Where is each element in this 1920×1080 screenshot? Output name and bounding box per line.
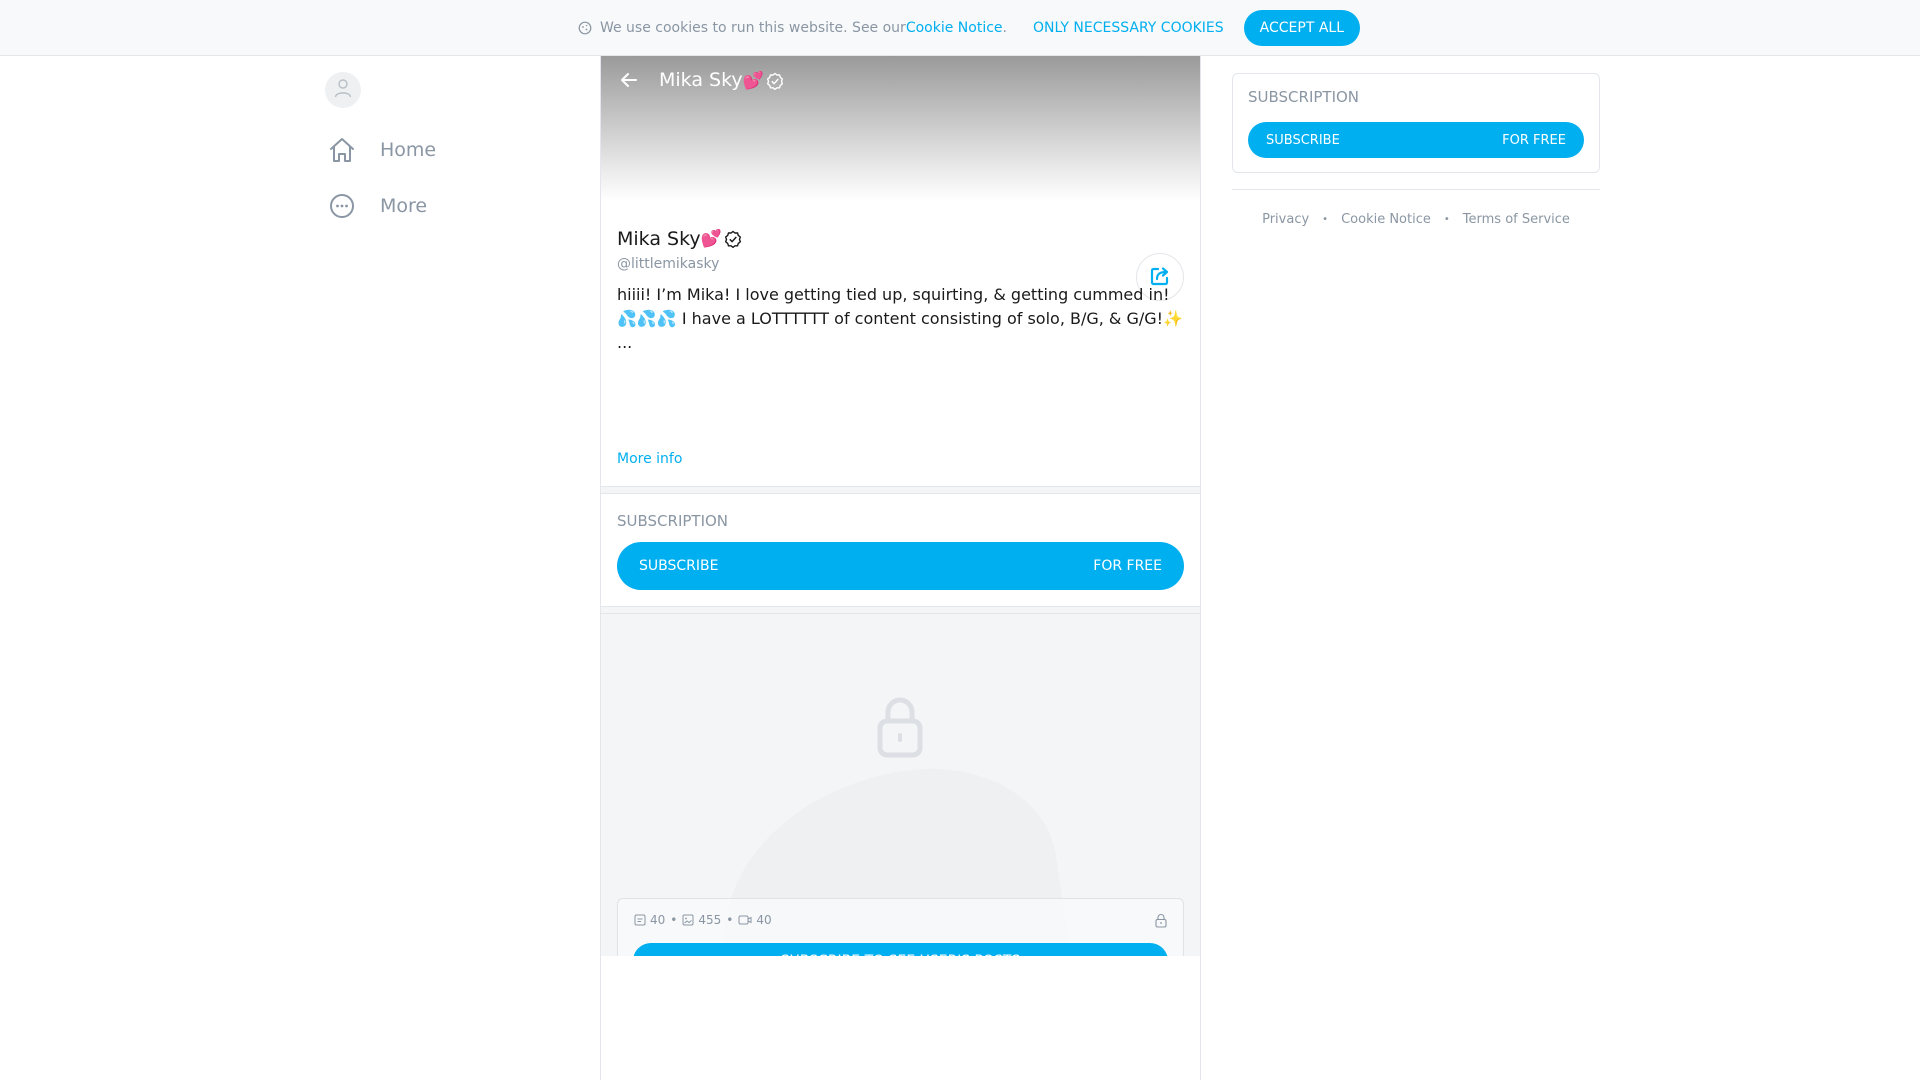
posts-count: 40 [650, 913, 666, 927]
bio-line: hiiii! I’m Mika! I love getting tied up,… [617, 285, 1170, 304]
profile-handle: @littlemikasky [617, 256, 720, 272]
subscribe-button[interactable]: SUBSCRIBE FOR FREE [617, 542, 1184, 590]
separator: • [670, 913, 678, 927]
separator: • [726, 913, 734, 927]
sidebar-item-home[interactable]: Home [320, 122, 580, 178]
section-divider [601, 606, 1200, 614]
cookie-text: We use cookies to run this website. See … [599, 19, 906, 36]
footer-links: Privacy • Cookie Notice • Terms of Servi… [1232, 212, 1600, 227]
more-icon [327, 191, 357, 221]
subscribe-to-see-posts-button[interactable]: SUBSCRIBE TO SEE USER'S POSTS [633, 943, 1168, 956]
profile-bio: hiiii! I’m Mika! I love getting tied up,… [617, 283, 1187, 355]
cover-image: Mika Sky💕 [601, 56, 1200, 201]
header-title: Mika Sky💕 [659, 69, 784, 91]
only-necessary-cookies-button[interactable]: ONLY NECESSARY COOKIES [1033, 20, 1224, 36]
cookie-banner: We use cookies to run this website. See … [0, 0, 1920, 56]
sidebar-item-more[interactable]: More [320, 178, 580, 234]
separator: • [1443, 214, 1450, 225]
sidebar-item-label: More [380, 195, 428, 217]
accept-all-cookies-button[interactable]: ACCEPT ALL [1243, 9, 1361, 46]
locked-posts-area: 40 • 455 • 40 SUBSCRIBE TO SEE USER'S PO… [601, 614, 1200, 956]
subscription-label: SUBSCRIPTION [1248, 88, 1360, 106]
profile-main: Mika Sky💕 Mika Sky 💕 @littlemikasky hiiii… [600, 56, 1201, 1080]
subscription-card: SUBSCRIPTION SUBSCRIBE FOR FREE [1232, 73, 1600, 173]
lock-icon [877, 696, 923, 758]
subscription-section: SUBSCRIPTION SUBSCRIBE FOR FREE [601, 494, 1200, 602]
subscribe-price: FOR FREE [1502, 132, 1566, 148]
terms-of-service-link[interactable]: Terms of Service [1463, 212, 1570, 227]
locked-posts-card: 40 • 455 • 40 SUBSCRIBE TO SEE USER'S PO… [617, 898, 1184, 956]
sparkles-emoji: ✨ [1163, 309, 1184, 328]
right-sidebar: SUBSCRIPTION SUBSCRIBE FOR FREE Privacy … [1232, 73, 1600, 227]
divider [1232, 189, 1600, 190]
display-name: Mika Sky [617, 228, 701, 250]
hearts-emoji: 💕 [742, 71, 764, 91]
bio-text: I have a LOTTTTTT of content consisting … [676, 309, 1164, 328]
posts-icon [634, 914, 646, 926]
header-name: Mika Sky [659, 69, 743, 91]
subscribe-price: FOR FREE [1093, 558, 1162, 574]
subscribe-button[interactable]: SUBSCRIBE FOR FREE [1248, 122, 1584, 158]
profile-name: Mika Sky 💕 [617, 228, 742, 250]
sidebar: Home More [320, 72, 580, 234]
avatar[interactable] [325, 72, 361, 108]
droplets-emoji: 💦💦💦 [617, 309, 677, 328]
videos-icon [738, 914, 752, 926]
separator: • [1322, 214, 1329, 225]
back-button[interactable] [617, 68, 641, 92]
bio-line: 💦💦💦 I have a LOTTTTTT of content consist… [617, 307, 1187, 331]
subscribe-label: SUBSCRIBE [1266, 132, 1340, 148]
sidebar-item-label: Home [380, 139, 437, 161]
cover-header: Mika Sky💕 [617, 68, 784, 92]
subscription-label: SUBSCRIPTION [617, 512, 729, 530]
cookie-banner-content: We use cookies to run this website. See … [578, 9, 1361, 46]
section-divider [601, 486, 1200, 494]
cookie-notice-link[interactable]: Cookie Notice [906, 20, 1003, 36]
home-icon [327, 135, 357, 165]
verified-icon [766, 72, 784, 90]
cookie-period: . [1002, 19, 1007, 36]
hearts-emoji: 💕 [700, 229, 722, 249]
verified-icon [724, 230, 742, 248]
media-counts: 40 • 455 • 40 [634, 913, 772, 927]
arrow-left-icon [621, 73, 637, 87]
photos-icon [682, 914, 694, 926]
privacy-link[interactable]: Privacy [1262, 212, 1309, 227]
more-info-link[interactable]: More info [617, 451, 682, 467]
photos-count: 455 [698, 913, 722, 927]
user-icon [334, 78, 352, 102]
bio-ellipsis: ... [617, 333, 633, 352]
cookie-icon [578, 21, 592, 35]
videos-count: 40 [756, 913, 772, 927]
cookie-notice-link[interactable]: Cookie Notice [1341, 212, 1431, 227]
lock-icon [1155, 913, 1167, 932]
subscribe-label: SUBSCRIBE [639, 558, 719, 574]
